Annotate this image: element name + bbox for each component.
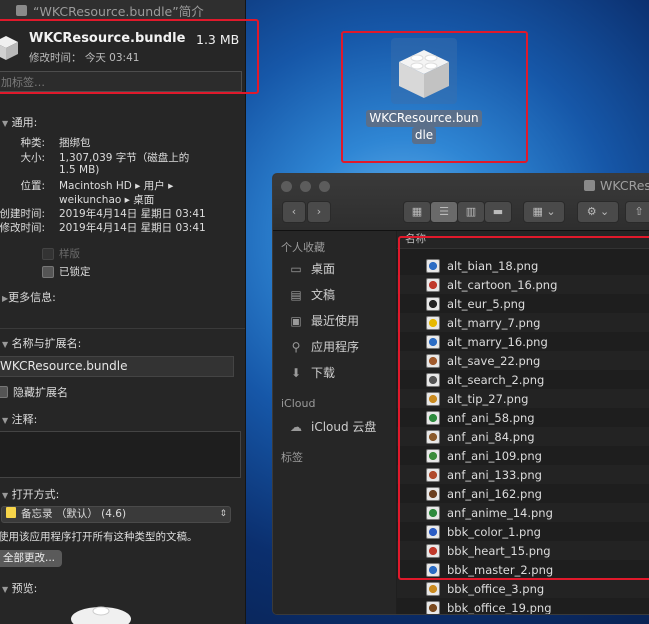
name-field-value: WKCResource.bundle: [0, 359, 128, 373]
sidebar-item-icloud-drive[interactable]: ☁ iCloud 云盘: [287, 418, 376, 435]
applications-icon: ⚲: [291, 339, 301, 354]
sidebar-item-desktop[interactable]: ▭ 桌面: [287, 260, 335, 277]
gallery-view-button[interactable]: ▬: [484, 201, 512, 223]
sidebar-item-documents[interactable]: ▤ 文稿: [287, 286, 335, 303]
highlight-file-list: [398, 236, 649, 580]
finder-title-icon: [584, 180, 595, 191]
back-button[interactable]: ‹: [282, 201, 306, 223]
checkbox-icon: [42, 247, 54, 260]
list-view-button[interactable]: ☰: [430, 201, 458, 223]
open-with-header[interactable]: ▼ 打开方式:: [2, 486, 59, 502]
column-view-button[interactable]: ▥: [457, 201, 485, 223]
info-window-title: “WKCResource.bundle”简介: [33, 3, 204, 19]
name-ext-header[interactable]: ▼ 名称与扩展名:: [2, 335, 81, 351]
comments-field[interactable]: [0, 431, 241, 478]
bundle-small-icon: [16, 4, 27, 16]
sidebar-item-applications[interactable]: ⚲ 应用程序: [287, 338, 359, 355]
close-button[interactable]: [281, 181, 292, 192]
open-with-value: 备忘录 （默认） (4.6): [21, 508, 127, 520]
icon-view-button[interactable]: ▦: [403, 201, 431, 223]
general-header[interactable]: ▼ 通用:: [2, 114, 37, 130]
notes-app-icon: [6, 507, 16, 518]
chevron-updown-icon: ⇕: [219, 509, 227, 519]
downloads-icon: ⬇: [290, 365, 302, 380]
info-titlebar: “WKCResource.bundle”简介: [0, 0, 245, 21]
minimize-button[interactable]: [300, 181, 311, 192]
png-file-icon: [426, 600, 440, 614]
forward-button[interactable]: ›: [307, 201, 331, 223]
recents-icon: ▣: [290, 313, 302, 328]
name-field[interactable]: WKCResource.bundle: [0, 356, 234, 377]
checkbox-icon: [0, 386, 8, 398]
action-gear-button[interactable]: ⚙ ⌄: [577, 201, 619, 223]
finder-toolbar: WKCRes ‹ › ▦ ☰ ▥ ▬ ▦ ⌄ ⚙ ⌄ ⇧: [273, 174, 649, 231]
png-file-icon: [426, 581, 440, 596]
highlight-info-header: [0, 19, 259, 94]
finder-sidebar: 个人收藏 ▭ 桌面 ▤ 文稿 ▣ 最近使用 ⚲ 应用程序 ⬇ 下载 iCloud ☁ iCl…: [273, 231, 396, 614]
zoom-button[interactable]: [319, 181, 330, 192]
checkbox-icon: [42, 265, 54, 278]
preview-image: [70, 605, 132, 624]
tags-header: 标签: [281, 451, 303, 464]
change-all-button[interactable]: 全部更改...: [0, 550, 62, 567]
preview-header[interactable]: ▼ 预览:: [2, 580, 37, 596]
file-row[interactable]: bbk_office_3.png: [397, 579, 649, 598]
cloud-icon: ☁: [290, 419, 302, 434]
locked-checkbox[interactable]: 已锁定: [42, 264, 91, 279]
highlight-desktop-icon: [341, 31, 528, 163]
sidebar-item-downloads[interactable]: ⬇ 下载: [287, 364, 335, 381]
comments-header[interactable]: ▼ 注释:: [2, 411, 37, 427]
file-name: bbk_office_19.png: [447, 600, 552, 615]
open-with-select[interactable]: 备忘录 （默认） (4.6) ⇕: [1, 506, 231, 523]
open-with-note: 使用该应用程序打开所有这种类型的文稿。: [0, 531, 198, 543]
group-button[interactable]: ▦ ⌄: [523, 201, 565, 223]
sidebar-item-recents[interactable]: ▣ 最近使用: [287, 312, 359, 329]
desktop-icon: ▭: [290, 261, 302, 276]
documents-icon: ▤: [290, 287, 302, 302]
finder-title: WKCRes: [600, 178, 649, 193]
stationery-checkbox[interactable]: 样版: [42, 246, 80, 261]
icloud-header: iCloud: [281, 397, 316, 410]
more-info-header[interactable]: ▶更多信息:: [2, 289, 56, 305]
favorites-header: 个人收藏: [281, 241, 325, 254]
hide-extension-checkbox[interactable]: 隐藏扩展名: [0, 384, 68, 400]
file-row[interactable]: bbk_office_19.png: [397, 598, 649, 615]
file-name: bbk_office_3.png: [447, 581, 545, 596]
share-button[interactable]: ⇧: [625, 201, 649, 223]
divider: [0, 328, 245, 329]
